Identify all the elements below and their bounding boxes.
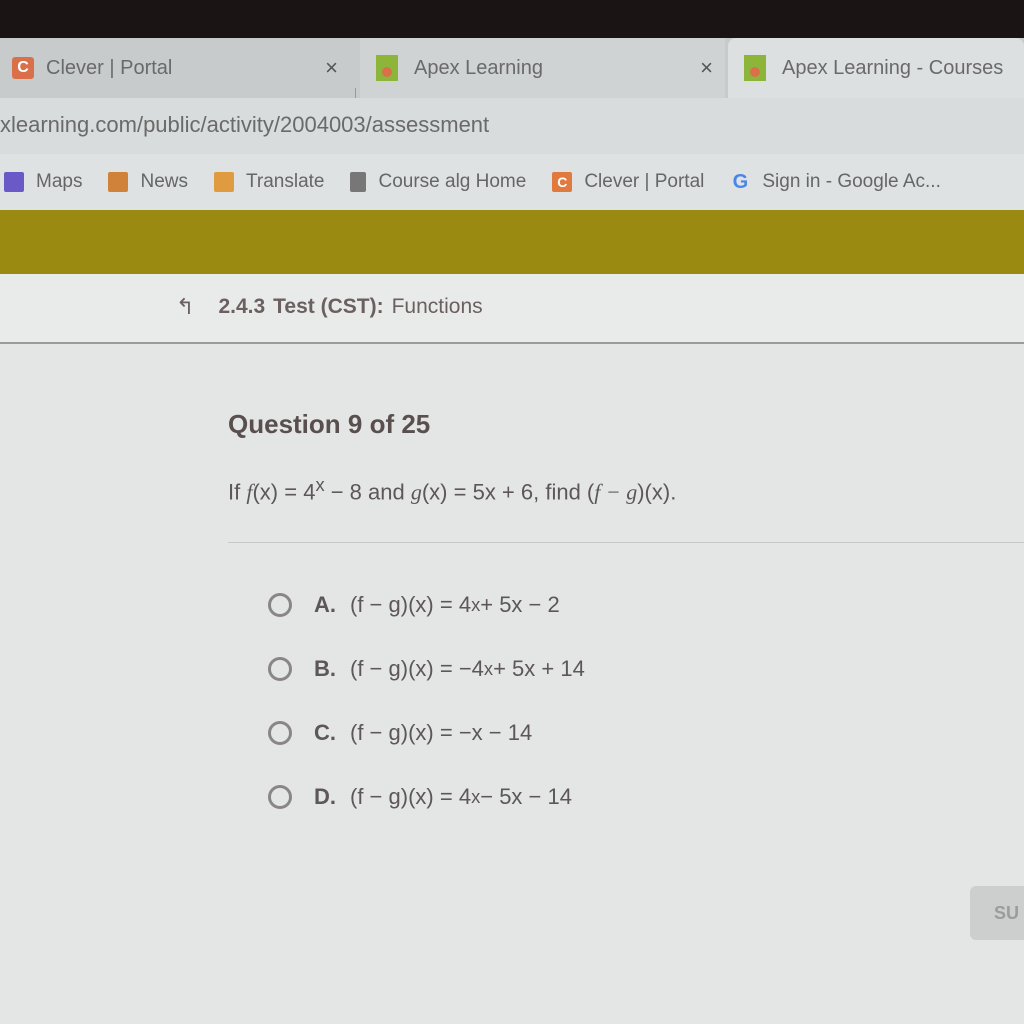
translate-icon — [213, 172, 234, 192]
breadcrumb[interactable]: ↰ 2.4.3 Test (CST): Functions — [176, 294, 483, 320]
option-exponent: x — [483, 658, 494, 679]
clever-icon: C — [12, 57, 34, 79]
option-lhs: (f − g)(x) = — [350, 656, 453, 681]
bookmark-news[interactable]: News — [108, 171, 188, 193]
activity-number: 2.4.3 — [218, 295, 266, 318]
address-bar[interactable]: xlearning.com/public/activity/2004003/as… — [0, 98, 1024, 154]
bookmark-label: Course alg Home — [378, 171, 527, 192]
bookmark-label: Sign in - Google Ac... — [762, 171, 941, 192]
tab-apex-learning[interactable]: Apex Learning × — [360, 38, 725, 98]
prompt-part: (x) = 5x + 6, find ( — [421, 479, 595, 505]
back-up-icon[interactable]: ↰ — [176, 294, 194, 320]
option-lhs: (f − g)(x) = — [350, 720, 453, 745]
option-exponent: x — [471, 594, 481, 615]
tab-title: Clever | Portal — [46, 56, 173, 79]
bookmark-translate[interactable]: Translate — [213, 171, 325, 193]
option-rhs: 4 — [458, 592, 472, 617]
question-heading: Question 9 of 25 — [228, 409, 431, 439]
clever-icon: C — [552, 172, 573, 192]
option-letter: D. — [314, 784, 336, 809]
bookmark-google-signin[interactable]: G Sign in - Google Ac... — [730, 171, 941, 193]
option-lhs: (f − g)(x) = — [350, 592, 453, 617]
bookmark-label: Translate — [245, 171, 325, 192]
bookmark-label: News — [140, 171, 188, 192]
bookmark-label: Maps — [36, 171, 83, 192]
question-panel: Question 9 of 25 If f(x) = 4x − 8 and g(… — [0, 344, 1024, 1024]
apex-header-bar — [0, 210, 1024, 274]
url-text[interactable]: xlearning.com/public/activity/2004003/as… — [0, 112, 489, 138]
bookmark-label: Clever | Portal — [584, 171, 705, 192]
option-exponent: x — [471, 786, 481, 807]
bookmark-maps[interactable]: Maps — [4, 171, 82, 193]
answer-option-b[interactable]: B. (f − g)(x) = −4 x + 5x + 14 — [268, 656, 585, 682]
prompt-exponent: x — [315, 474, 325, 495]
activity-type: Test (CST): — [273, 295, 384, 318]
close-icon[interactable]: × — [325, 55, 338, 81]
option-letter: C. — [314, 720, 336, 745]
activity-title: Functions — [391, 295, 483, 318]
apex-icon — [744, 55, 766, 81]
option-rhs: −x − 14 — [458, 720, 533, 745]
maps-icon — [4, 172, 24, 192]
option-rhs: + 5x − 2 — [480, 592, 560, 617]
bookmark-course-alg-home[interactable]: Course alg Home — [350, 171, 526, 193]
tab-title: Apex Learning - Courses — [782, 56, 1004, 79]
option-rhs: − 5x − 14 — [480, 784, 572, 809]
breadcrumb-bar: ↰ 2.4.3 Test (CST): Functions — [0, 274, 1024, 344]
answer-option-c[interactable]: C. (f − g)(x) = −x − 14 — [268, 720, 532, 746]
prompt-part: g — [410, 479, 422, 505]
bookmark-clever-portal[interactable]: C Clever | Portal — [552, 171, 704, 193]
prompt-part: )(x). — [637, 479, 677, 505]
option-letter: A. — [314, 592, 336, 617]
answer-option-d[interactable]: D. (f − g)(x) = 4x − 5x − 14 — [268, 784, 572, 810]
google-icon: G — [732, 170, 749, 193]
prompt-part: − 8 and — [324, 479, 411, 505]
option-rhs: 4 — [458, 784, 472, 809]
news-icon — [108, 172, 129, 192]
option-letter: B. — [314, 656, 336, 681]
apex-icon — [376, 55, 398, 81]
prompt-part: If — [228, 479, 247, 505]
tab-apex-courses[interactable]: Apex Learning - Courses — [728, 38, 1024, 98]
book-icon — [350, 172, 367, 192]
radio-button[interactable] — [268, 593, 292, 617]
radio-button[interactable] — [268, 785, 292, 809]
question-prompt: If f(x) = 4x − 8 and g(x) = 5x + 6, find… — [228, 474, 676, 505]
bookmarks-bar: Maps News Translate Course alg Home C Cl… — [0, 154, 1024, 210]
option-rhs: −4 — [458, 656, 484, 681]
tab-title: Apex Learning — [414, 56, 543, 79]
tab-clever-portal[interactable]: C Clever | Portal × — [0, 38, 350, 98]
option-lhs: (f − g)(x) = — [350, 784, 453, 809]
answer-option-a[interactable]: A. (f − g)(x) = 4x + 5x − 2 — [268, 592, 560, 618]
radio-button[interactable] — [268, 657, 292, 681]
divider — [228, 542, 1024, 543]
screen-bezel — [0, 0, 1024, 38]
close-icon[interactable]: × — [700, 55, 713, 81]
radio-button[interactable] — [268, 721, 292, 745]
tab-strip: C Clever | Portal × Apex Learning × Apex… — [0, 38, 1024, 116]
prompt-part: f − g — [594, 479, 638, 505]
prompt-part: (x) = 4 — [252, 479, 316, 505]
submit-button[interactable]: SU — [970, 886, 1024, 940]
option-rhs: + 5x + 14 — [493, 656, 585, 681]
